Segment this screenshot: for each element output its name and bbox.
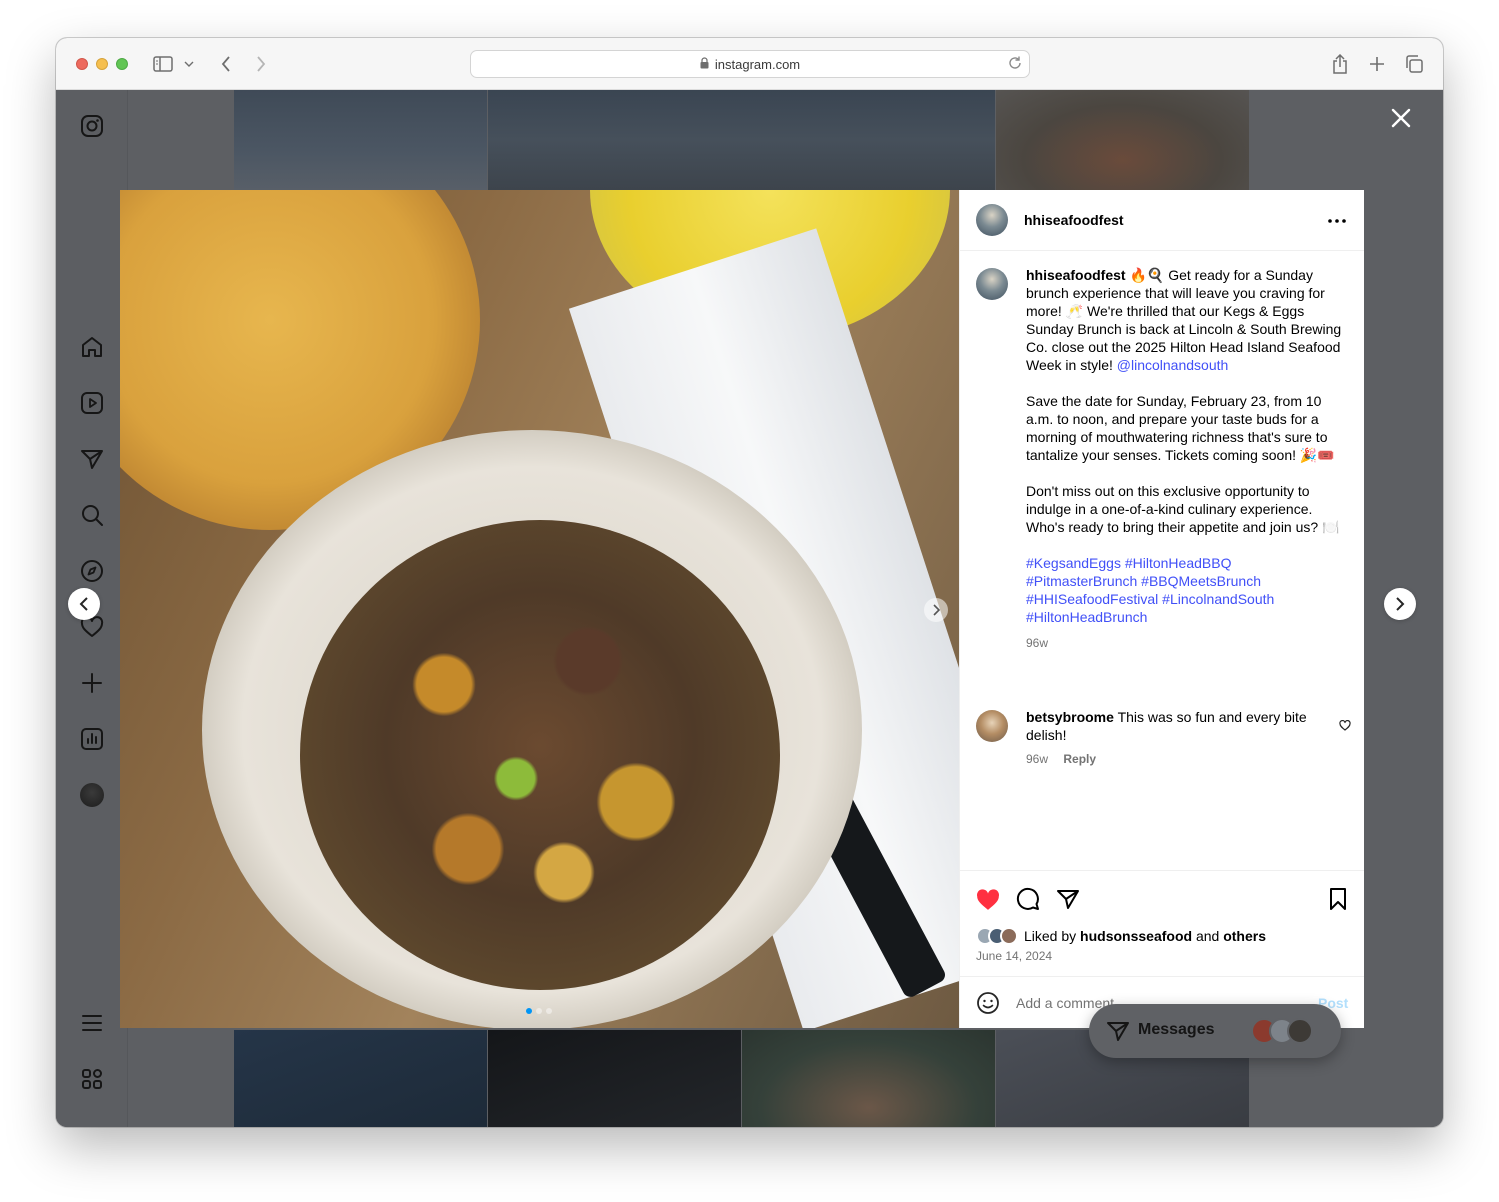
likes-others[interactable]: others <box>1223 928 1266 944</box>
chevron-down-icon[interactable] <box>180 51 198 77</box>
bookmark-icon[interactable] <box>1324 885 1352 913</box>
likes-joiner: and <box>1195 928 1220 944</box>
commenter-username[interactable]: betsybroome <box>1026 709 1114 725</box>
tab-overview-icon[interactable] <box>1401 51 1427 77</box>
direct-icon[interactable] <box>78 445 106 473</box>
caption-age: 96w <box>1026 636 1049 650</box>
liker-username[interactable]: hudsonsseafood <box>1080 928 1192 944</box>
author-username[interactable]: hhiseafoodfest <box>1024 212 1124 228</box>
caption-paragraph: Save the date for Sunday, February 23, f… <box>1026 393 1335 463</box>
caption-username[interactable]: hhiseafoodfest <box>1026 267 1126 283</box>
create-icon[interactable] <box>78 669 106 697</box>
carousel-dot <box>546 1008 552 1014</box>
new-tab-icon[interactable] <box>1364 51 1390 77</box>
likes-summary[interactable]: Liked by hudsonsseafood and others <box>976 927 1266 945</box>
likes-prefix: Liked by <box>1024 928 1077 944</box>
more-options-icon[interactable] <box>1325 209 1349 233</box>
commenter-avatar[interactable] <box>976 710 1008 742</box>
comment-icon[interactable] <box>1014 885 1042 913</box>
back-icon[interactable] <box>213 51 239 77</box>
grid-post-thumbnail[interactable] <box>234 1030 487 1127</box>
comments-scroll-area[interactable]: hhiseafoodfest 🔥🍳 Get ready for a Sunday… <box>960 252 1364 870</box>
caption-avatar[interactable] <box>976 268 1008 300</box>
author-avatar[interactable] <box>976 204 1008 236</box>
forward-icon[interactable] <box>248 51 274 77</box>
sidebar-toggle-icon[interactable] <box>150 51 176 77</box>
post-caption: hhiseafoodfest 🔥🍳 Get ready for a Sunday… <box>1026 266 1346 652</box>
reels-icon[interactable] <box>78 389 106 417</box>
emoji-icon[interactable] <box>976 991 1000 1015</box>
carousel-dot <box>526 1008 532 1014</box>
messages-button[interactable]: Messages <box>1089 1004 1341 1058</box>
instagram-logo-icon[interactable] <box>78 112 106 140</box>
profile-avatar[interactable] <box>80 783 104 807</box>
zoom-window-button[interactable] <box>116 58 128 70</box>
comment-like-icon[interactable] <box>1338 718 1352 732</box>
messages-avatars <box>1251 1018 1313 1044</box>
minimize-window-button[interactable] <box>96 58 108 70</box>
grid-post-thumbnail[interactable] <box>234 90 487 190</box>
address-bar[interactable]: instagram.com <box>470 50 1030 78</box>
messages-label: Messages <box>1138 1021 1215 1038</box>
close-window-button[interactable] <box>76 58 88 70</box>
grid-post-thumbnail[interactable] <box>996 90 1249 190</box>
also-from-meta-icon[interactable] <box>78 1065 106 1093</box>
grid-post-thumbnail[interactable] <box>488 90 995 190</box>
browser-window: instagram.com hhiseafoodfest hhiseafoodf… <box>56 38 1443 1127</box>
post-date[interactable]: June 14, 2024 <box>976 949 1052 963</box>
post-modal: hhiseafoodfest hhiseafoodfest 🔥🍳 Get rea… <box>120 190 1364 1028</box>
liker-avatar <box>1000 927 1018 945</box>
mention-link[interactable]: @lincolnandsouth <box>1117 357 1229 373</box>
photo-food <box>300 520 780 990</box>
reload-icon[interactable] <box>1007 55 1023 74</box>
reply-button[interactable]: Reply <box>1063 752 1096 766</box>
grid-post-thumbnail[interactable] <box>742 1030 995 1127</box>
direct-message-icon <box>1105 1018 1131 1044</box>
hashtags-link[interactable]: #KegsandEggs #HiltonHeadBBQ #PitmasterBr… <box>1026 554 1346 626</box>
comment: betsybroome This was so fun and every bi… <box>1026 708 1322 768</box>
instagram-page: hhiseafoodfest hhiseafoodfest 🔥🍳 Get rea… <box>56 90 1443 1127</box>
carousel-next-icon[interactable] <box>924 598 948 622</box>
explore-icon[interactable] <box>78 557 106 585</box>
carousel-dot <box>536 1008 542 1014</box>
browser-toolbar: instagram.com <box>56 38 1443 90</box>
post-actions: Liked by hudsonsseafood and others June … <box>960 870 1364 976</box>
share-browser-icon[interactable] <box>1327 51 1353 77</box>
previous-post-icon[interactable] <box>68 588 100 620</box>
post-photo[interactable] <box>120 190 959 1028</box>
url-text: instagram.com <box>714 56 801 72</box>
post-side-panel: hhiseafoodfest hhiseafoodfest 🔥🍳 Get rea… <box>959 190 1364 1028</box>
search-icon[interactable] <box>78 501 106 529</box>
carousel-dots <box>526 1008 552 1014</box>
heart-filled-icon[interactable] <box>974 885 1002 913</box>
post-header: hhiseafoodfest <box>960 190 1364 251</box>
menu-icon[interactable] <box>78 1009 106 1037</box>
conversation-avatar <box>1287 1018 1313 1044</box>
next-post-icon[interactable] <box>1384 588 1416 620</box>
home-icon[interactable] <box>78 333 106 361</box>
share-icon[interactable] <box>1054 885 1082 913</box>
close-modal-icon[interactable] <box>1388 105 1414 131</box>
lock-icon <box>700 56 709 72</box>
grid-post-thumbnail[interactable] <box>488 1030 741 1127</box>
insights-icon[interactable] <box>78 725 106 753</box>
caption-paragraph: Don't miss out on this exclusive opportu… <box>1026 483 1340 535</box>
comment-age: 96w <box>1026 752 1049 766</box>
